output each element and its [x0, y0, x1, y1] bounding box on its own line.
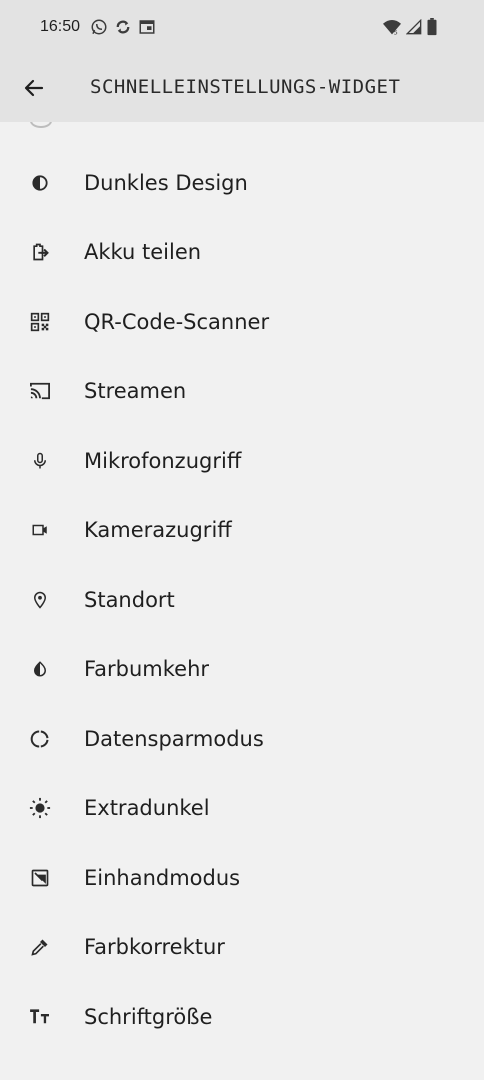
- list-item-label: Extradunkel: [84, 796, 210, 821]
- tile-list: Dunkles Design Akku teilen QR-Code-Scann…: [0, 148, 484, 1052]
- list-item-microphone[interactable]: Mikrofonzugriff: [0, 426, 484, 496]
- list-item-label: Farbumkehr: [84, 657, 210, 682]
- app-bar: SCHNELLEINSTELLUNGS-WIDGET: [0, 56, 484, 122]
- one-handed-mode-icon: [28, 866, 52, 890]
- location-icon: [28, 588, 52, 612]
- list-item-battery-share[interactable]: Akku teilen: [0, 218, 484, 288]
- list-item-label: Datensparmodus: [84, 726, 264, 751]
- color-inversion-icon: [28, 657, 52, 681]
- arrow-back-icon: [22, 76, 46, 100]
- battery-share-icon: [28, 240, 52, 264]
- status-time: 16:50: [40, 18, 81, 35]
- list-item-label: Standort: [84, 587, 175, 612]
- battery-icon: [426, 18, 438, 36]
- cast-icon: [28, 379, 52, 403]
- list-item-label: Schriftgröße: [84, 1004, 213, 1029]
- dark-theme-icon: [28, 171, 52, 195]
- status-right-icons: 5: [382, 18, 438, 36]
- list-item-label: Einhandmodus: [84, 865, 241, 890]
- list-item-extra-dim[interactable]: Extradunkel: [0, 774, 484, 844]
- list-item-dark-theme[interactable]: Dunkles Design: [0, 148, 484, 218]
- list-item-one-handed[interactable]: Einhandmodus: [0, 843, 484, 913]
- list-item-font-size[interactable]: Schriftgröße: [0, 982, 484, 1052]
- list-item-label: QR-Code-Scanner: [84, 309, 270, 334]
- camera-icon: [28, 518, 52, 542]
- extra-dim-icon: [28, 796, 52, 820]
- status-bar: 16:50 5: [0, 0, 484, 56]
- scrolled-off-item: [0, 122, 484, 128]
- list-item-location[interactable]: Standort: [0, 565, 484, 635]
- list-item-label: Dunkles Design: [84, 170, 248, 195]
- list-item-cast[interactable]: Streamen: [0, 357, 484, 427]
- calendar-icon: [138, 18, 156, 36]
- signal-icon: [406, 19, 422, 35]
- microphone-icon: [28, 449, 52, 473]
- sync-icon: [114, 18, 132, 36]
- color-correction-icon: [28, 935, 52, 959]
- wifi-5-icon: 5: [382, 18, 402, 36]
- list-item-camera[interactable]: Kamerazugriff: [0, 496, 484, 566]
- list-item-data-saver[interactable]: Datensparmodus: [0, 704, 484, 774]
- page-title: SCHNELLEINSTELLUNGS-WIDGET: [90, 76, 401, 98]
- svg-text:5: 5: [394, 28, 398, 36]
- list-item-qr-scanner[interactable]: QR-Code-Scanner: [0, 287, 484, 357]
- data-saver-icon: [28, 727, 52, 751]
- list-item-color-inversion[interactable]: Farbumkehr: [0, 635, 484, 705]
- back-button[interactable]: [14, 68, 54, 108]
- list-item-color-correction[interactable]: Farbkorrektur: [0, 913, 484, 983]
- font-size-icon: [28, 1005, 52, 1029]
- list-item-label: Farbkorrektur: [84, 935, 225, 960]
- whatsapp-icon: [90, 18, 108, 36]
- status-left-icons: [90, 18, 156, 36]
- list-item-label: Streamen: [84, 379, 187, 404]
- qr-scanner-icon: [28, 310, 52, 334]
- list-item-label: Kamerazugriff: [84, 518, 232, 543]
- list-item-label: Akku teilen: [84, 240, 202, 265]
- list-item-label: Mikrofonzugriff: [84, 448, 242, 473]
